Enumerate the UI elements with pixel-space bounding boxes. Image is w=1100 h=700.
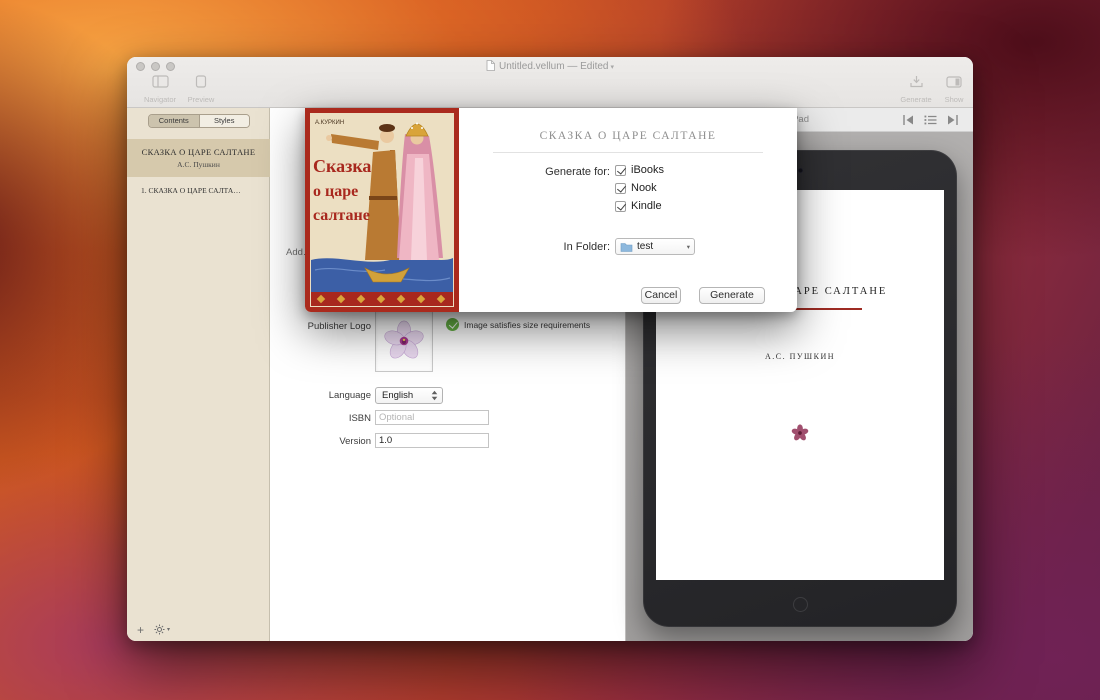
ipad-home-button <box>793 597 808 612</box>
sidebar-bottom-controls: + ▾ <box>137 624 170 635</box>
sidebar: Contents Styles СКАЗКА О ЦАРЕ САЛТАНЕ А.… <box>127 108 270 641</box>
action-menu-button[interactable]: ▾ <box>154 624 170 635</box>
nook-checkbox[interactable] <box>615 183 626 194</box>
page-flower-ornament-icon <box>791 424 809 447</box>
cover-title-line2: о царе <box>313 183 358 200</box>
kindle-label[interactable]: Kindle <box>631 200 662 212</box>
language-popup[interactable]: English <box>375 387 443 404</box>
navigator-button[interactable]: Navigator <box>138 75 182 104</box>
kindle-checkbox[interactable] <box>615 201 626 212</box>
sidebar-book-header[interactable]: СКАЗКА О ЦАРЕ САЛТАНЕ А.С. Пушкин <box>127 139 270 177</box>
ipad-camera-icon <box>798 168 803 173</box>
preview-nav-icons <box>902 114 959 126</box>
logo-status-text: Image satisfies size requirements <box>464 320 590 330</box>
orchid-logo-image <box>383 318 425 364</box>
page-list-icon[interactable] <box>924 114 937 126</box>
folder-value: test <box>637 241 683 252</box>
gear-chevron-icon: ▾ <box>167 626 170 633</box>
generate-sheet: Сказка о царе салтане <box>305 108 797 312</box>
goto-last-page-icon[interactable] <box>946 114 959 126</box>
book-cover-image: Сказка о царе салтане <box>305 108 459 312</box>
tab-contents[interactable]: Contents <box>149 115 199 127</box>
sidebar-tabs: Contents Styles <box>148 114 250 128</box>
ibooks-label[interactable]: iBooks <box>631 164 664 176</box>
preview-button[interactable]: Preview <box>179 75 223 104</box>
sidebar-item-chapter-1[interactable]: 1. СКАЗКА О ЦАРЕ САЛТА… <box>127 184 270 198</box>
isbn-input[interactable] <box>375 410 489 425</box>
show-label: Show <box>932 95 973 104</box>
target-row-kindle: Kindle <box>615 200 662 212</box>
target-row-ibooks: iBooks <box>615 164 664 176</box>
cover-title-line3: салтане <box>313 207 370 224</box>
page-book-author: А.С. ПУШКИН <box>656 352 944 361</box>
tab-styles[interactable]: Styles <box>199 115 250 127</box>
document-icon <box>486 60 495 74</box>
sheet-title: СКАЗКА О ЦАРЕ САЛТАНЕ <box>459 130 797 142</box>
sidebar-book-title: СКАЗКА О ЦАРЕ САЛТАНЕ <box>127 147 270 157</box>
window-title: Untitled.vellum — Edited▾ <box>127 60 973 74</box>
goto-first-page-icon[interactable] <box>902 114 915 126</box>
language-value: English <box>382 390 431 401</box>
in-folder-label: In Folder: <box>459 241 610 253</box>
ibooks-checkbox[interactable] <box>615 165 626 176</box>
vellum-window: Untitled.vellum — Edited▾ Navigator Prev… <box>127 57 973 641</box>
show-button[interactable]: Show <box>932 75 973 104</box>
gear-icon <box>154 624 165 635</box>
generate-for-label: Generate for: <box>459 166 610 178</box>
nook-label[interactable]: Nook <box>631 182 657 194</box>
folder-icon <box>620 242 633 252</box>
version-label: Version <box>270 436 371 447</box>
generate-button[interactable]: Generate <box>699 287 765 304</box>
size-ok-check-icon <box>446 318 459 331</box>
navigator-label: Navigator <box>138 95 182 104</box>
version-input[interactable] <box>375 433 489 448</box>
cancel-button[interactable]: Cancel <box>641 287 681 304</box>
isbn-label: ISBN <box>270 413 371 424</box>
cover-artist-signature: А.КУРКИН <box>315 120 344 126</box>
publisher-logo-label: Publisher Logo <box>270 321 371 332</box>
target-row-nook: Nook <box>615 182 657 194</box>
desktop-wallpaper: Untitled.vellum — Edited▾ Navigator Prev… <box>0 0 1100 700</box>
add-chapter-button[interactable]: + <box>137 625 144 635</box>
folder-popup[interactable]: test ▾ <box>615 238 695 255</box>
language-label: Language <box>270 390 371 401</box>
title-chevron-icon[interactable]: ▾ <box>610 64 614 71</box>
preview-label: Preview <box>179 95 223 104</box>
cover-title-line1: Сказка <box>313 156 371 176</box>
sheet-separator <box>493 152 763 153</box>
window-chrome: Untitled.vellum — Edited▾ Navigator Prev… <box>127 57 973 108</box>
window-title-text: Untitled.vellum — Edited <box>499 61 609 72</box>
publisher-logo-well[interactable] <box>375 310 433 372</box>
popup-stepper-icon <box>431 390 438 401</box>
folder-chevron-icon: ▾ <box>687 243 690 251</box>
sidebar-book-author: А.С. Пушкин <box>127 160 270 169</box>
